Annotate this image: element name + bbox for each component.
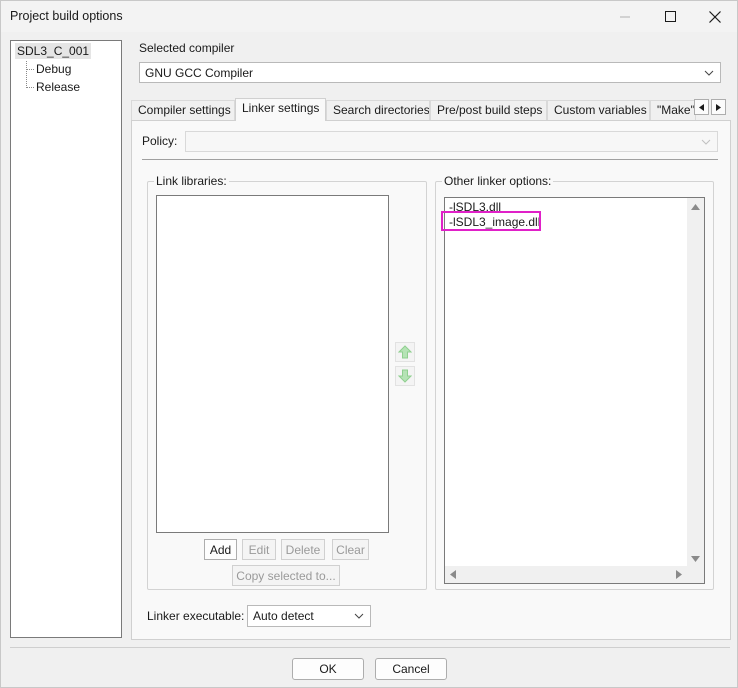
tree-item-release[interactable]: Release <box>36 80 80 94</box>
clear-button[interactable]: Clear <box>332 539 369 560</box>
link-libraries-group: Link libraries: Add Edit Delete Clear Co… <box>147 174 427 590</box>
linker-settings-page: Policy: Link libraries: Add Edit Delete … <box>131 120 731 640</box>
arrow-down-icon <box>398 369 412 383</box>
tree-connector <box>26 61 27 86</box>
tree-connector <box>26 69 34 70</box>
tab-scroll-left-button[interactable] <box>694 99 709 115</box>
scroll-right-icon <box>676 570 682 579</box>
close-icon <box>709 10 721 23</box>
project-build-options-dialog: Project build options SDL3_C_001 Debug R… <box>0 0 738 688</box>
triangle-right-icon <box>716 103 721 111</box>
delete-button[interactable]: Delete <box>281 539 325 560</box>
other-linker-options-title: Other linker options: <box>442 174 554 188</box>
vertical-scrollbar[interactable] <box>687 198 704 568</box>
link-libraries-list[interactable] <box>156 195 389 533</box>
tree-item-debug[interactable]: Debug <box>36 62 71 76</box>
tab-linker-settings[interactable]: Linker settings <box>235 98 326 121</box>
scroll-up-icon <box>691 204 700 210</box>
tree-connector <box>26 87 34 88</box>
highlight-annotation <box>441 211 541 231</box>
tab-compiler-settings[interactable]: Compiler settings <box>131 100 235 120</box>
settings-tabs: Compiler settings Linker settings Search… <box>131 98 731 121</box>
close-button[interactable] <box>692 1 738 32</box>
tab-pre-post-build-steps[interactable]: Pre/post build steps <box>430 100 547 120</box>
scroll-left-icon <box>450 570 456 579</box>
tab-make[interactable]: "Make" <box>650 100 696 120</box>
compiler-select[interactable]: GNU GCC Compiler <box>139 62 721 83</box>
compiler-select-value: GNU GCC Compiler <box>145 65 254 80</box>
tab-search-directories[interactable]: Search directories <box>326 100 430 120</box>
policy-label: Policy: <box>142 134 178 148</box>
window-title: Project build options <box>10 9 123 23</box>
cancel-button[interactable]: Cancel <box>375 658 447 680</box>
link-libraries-title: Link libraries: <box>154 174 229 188</box>
title-bar: Project build options <box>1 1 737 32</box>
target-tree[interactable]: SDL3_C_001 Debug Release <box>10 40 122 638</box>
copy-selected-to-button[interactable]: Copy selected to... <box>232 565 340 586</box>
edit-button[interactable]: Edit <box>242 539 276 560</box>
triangle-left-icon <box>699 103 704 111</box>
chevron-down-icon <box>704 70 714 76</box>
arrow-up-icon <box>398 345 412 359</box>
chevron-down-icon <box>701 139 711 145</box>
horizontal-scrollbar[interactable] <box>445 566 704 583</box>
linker-executable-value: Auto detect <box>253 609 314 623</box>
ok-button[interactable]: OK <box>292 658 364 680</box>
tree-item-root[interactable]: SDL3_C_001 <box>15 43 92 59</box>
linker-executable-label: Linker executable: <box>147 609 245 623</box>
footer-separator <box>10 647 730 648</box>
scroll-down-icon <box>691 556 700 562</box>
other-linker-options-textarea[interactable]: -lSDL3.dll -lSDL3_image.dll <box>444 197 705 584</box>
minimize-icon <box>620 16 630 17</box>
maximize-button[interactable] <box>647 1 693 32</box>
minimize-button[interactable] <box>602 1 648 32</box>
add-button[interactable]: Add <box>204 539 237 560</box>
policy-select[interactable] <box>185 131 718 152</box>
linker-executable-select[interactable]: Auto detect <box>247 605 371 627</box>
other-linker-options-group: Other linker options: -lSDL3.dll -lSDL3_… <box>435 174 714 590</box>
selected-compiler-label: Selected compiler <box>139 41 235 55</box>
move-down-button[interactable] <box>395 366 415 386</box>
maximize-icon <box>664 11 676 22</box>
tab-scroll-right-button[interactable] <box>711 99 726 115</box>
separator <box>142 159 718 160</box>
chevron-down-icon <box>354 613 364 619</box>
move-up-button[interactable] <box>395 342 415 362</box>
tab-custom-variables[interactable]: Custom variables <box>547 100 650 120</box>
